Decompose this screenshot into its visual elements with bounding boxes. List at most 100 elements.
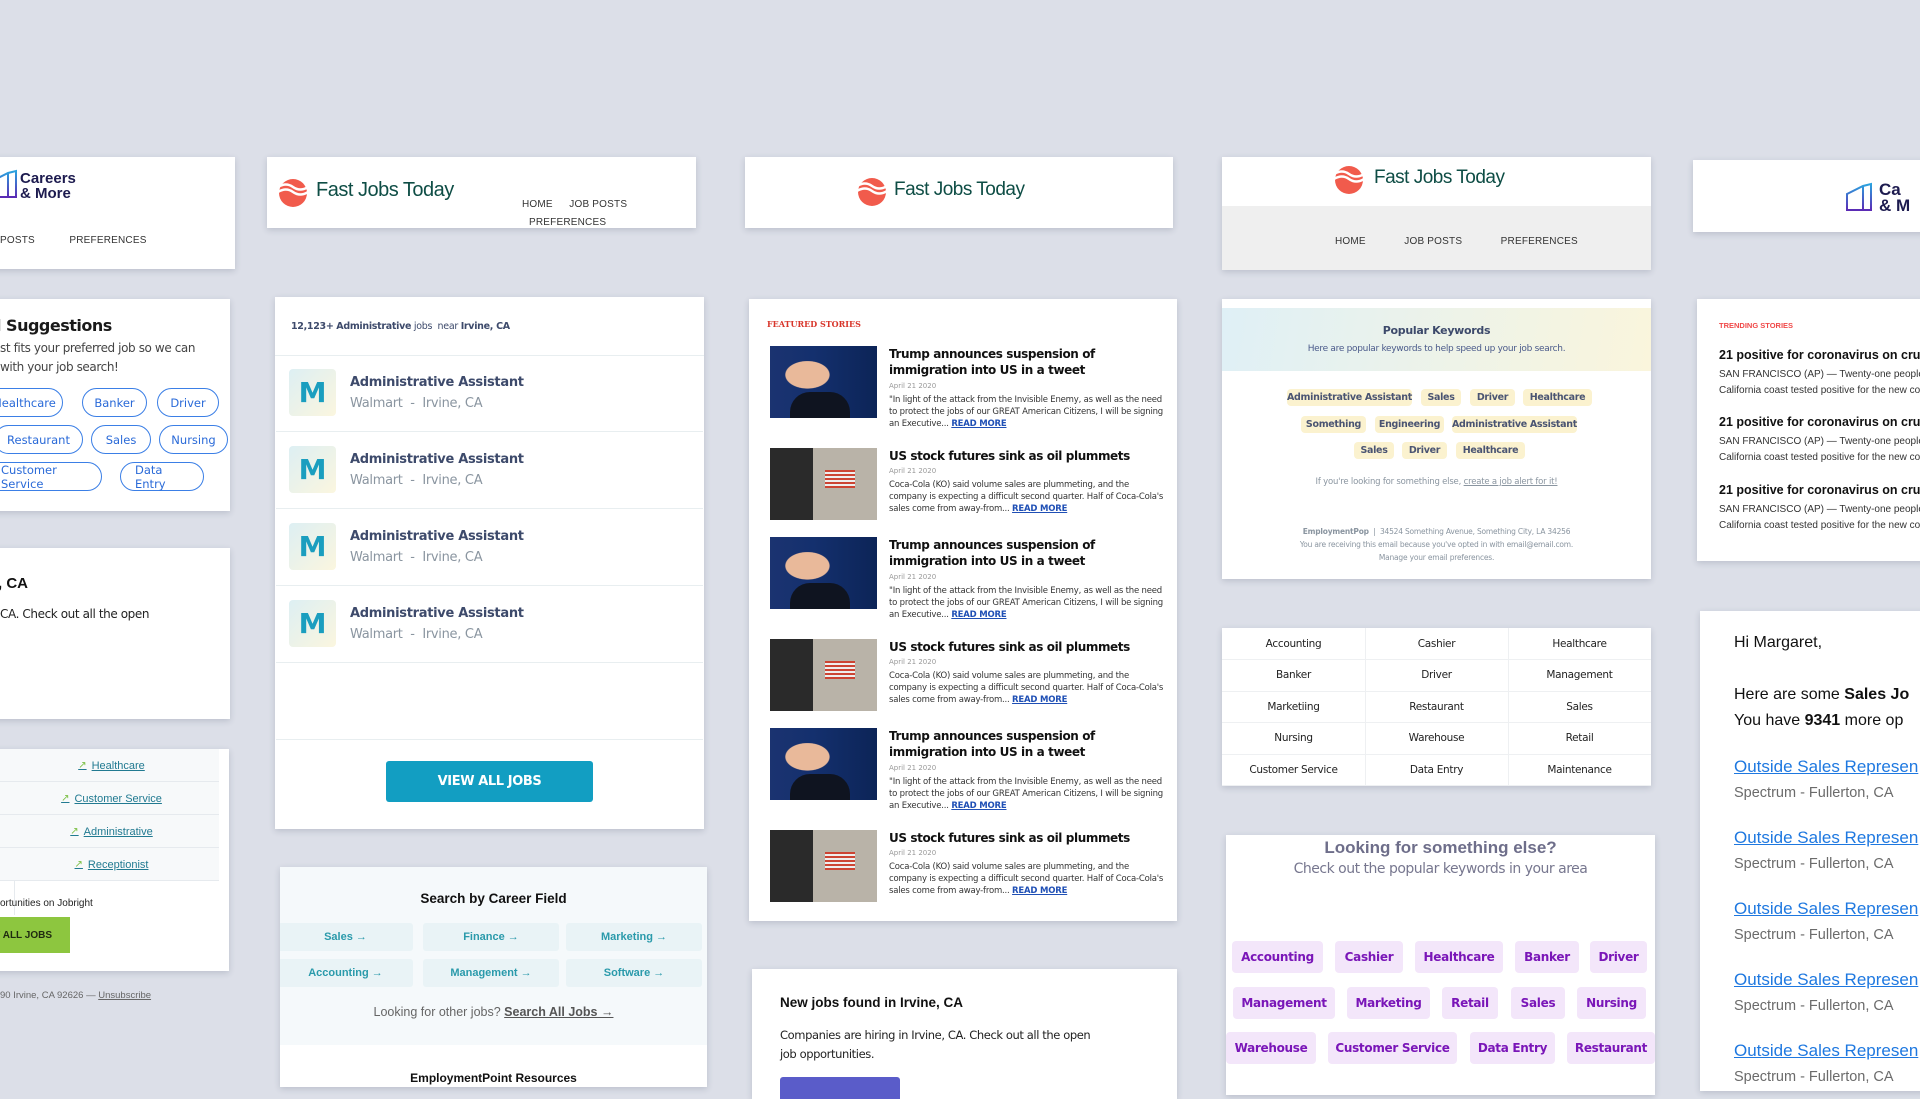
keyword-grid-cell[interactable]: Marketiing bbox=[1222, 691, 1366, 724]
story-title[interactable]: Trump announces suspension of immigratio… bbox=[889, 537, 1169, 569]
keyword-chip[interactable]: Driver bbox=[1402, 442, 1447, 459]
nav-job-posts[interactable]: POSTS bbox=[0, 235, 35, 246]
suggestion-pill[interactable]: Healthcare bbox=[0, 388, 63, 417]
trump-photo[interactable] bbox=[770, 728, 877, 800]
job-link[interactable]: Outside Sales Represen bbox=[1734, 899, 1918, 919]
story-item[interactable]: Trump announces suspension of immigratio… bbox=[770, 537, 1163, 627]
keyword-grid-cell[interactable]: Sales bbox=[1508, 691, 1651, 724]
keyword-chip[interactable]: Banker bbox=[1515, 941, 1579, 973]
nav-home[interactable]: HOME bbox=[1335, 236, 1366, 247]
keyword-chip[interactable]: Cashier bbox=[1335, 941, 1403, 973]
read-more-link[interactable]: READ MORE bbox=[951, 801, 1006, 811]
career-field-button[interactable]: Management → bbox=[423, 959, 559, 987]
nav-preferences[interactable]: PREFERENCES bbox=[69, 235, 146, 246]
nav-job-posts[interactable]: JOB POSTS bbox=[569, 199, 627, 210]
job-link[interactable]: Outside Sales Represen bbox=[1734, 1041, 1918, 1061]
story-title[interactable]: Trump announces suspension of immigratio… bbox=[889, 728, 1169, 760]
trending-link[interactable]: ↗ Receptionist bbox=[4, 848, 219, 881]
career-field-button[interactable]: Accounting → bbox=[280, 959, 413, 987]
trending-link[interactable]: ↗ Administrative bbox=[4, 815, 219, 848]
suggestion-pill[interactable]: Data Entry bbox=[120, 462, 204, 491]
keyword-chip[interactable]: Nursing bbox=[1577, 987, 1646, 1019]
job-link[interactable]: Outside Sales Represen bbox=[1734, 757, 1918, 777]
nav-preferences[interactable]: PREFERENCES bbox=[529, 217, 606, 228]
keyword-grid-cell[interactable]: Management bbox=[1508, 660, 1651, 692]
trump-photo[interactable] bbox=[770, 346, 877, 418]
keyword-chip[interactable]: Sales bbox=[1511, 987, 1565, 1019]
keyword-grid-cell[interactable]: Nursing bbox=[1222, 722, 1366, 755]
read-more-link[interactable]: READ MORE bbox=[1012, 504, 1067, 514]
job-title[interactable]: Administrative Assistant bbox=[350, 529, 524, 544]
keyword-chip[interactable]: Healthcare bbox=[1523, 389, 1592, 406]
keyword-chip[interactable]: Driver bbox=[1470, 389, 1515, 406]
nyse-photo[interactable] bbox=[770, 639, 877, 711]
story-title[interactable]: US stock futures sink as oil plummets bbox=[889, 830, 1169, 846]
keyword-grid-cell[interactable]: Banker bbox=[1222, 659, 1366, 692]
story-title[interactable]: Trump announces suspension of immigratio… bbox=[889, 346, 1169, 378]
job-title[interactable]: Administrative Assistant bbox=[350, 606, 524, 621]
story-item[interactable]: Trump announces suspension of immigratio… bbox=[770, 728, 1163, 818]
trump-photo[interactable] bbox=[770, 537, 877, 609]
job-list-item[interactable]: M Administrative Assistant Walmart - Irv… bbox=[276, 587, 703, 663]
nav-job-posts[interactable]: JOB POSTS bbox=[1404, 236, 1462, 247]
nyse-photo[interactable] bbox=[770, 830, 877, 902]
trending-link[interactable]: ↗ Healthcare bbox=[4, 749, 219, 782]
keyword-grid-cell[interactable]: Healthcare bbox=[1508, 628, 1651, 660]
keyword-chip[interactable]: Data Entry bbox=[1470, 1032, 1555, 1064]
story-item[interactable]: Trump announces suspension of immigratio… bbox=[770, 346, 1163, 436]
manage-preferences-link[interactable]: Manage your email preferences. bbox=[1379, 553, 1495, 562]
view-all-jobs-button[interactable]: V ALL JOBS bbox=[0, 917, 70, 953]
keyword-grid-cell[interactable]: Customer Service bbox=[1222, 754, 1366, 786]
keyword-chip[interactable]: Something bbox=[1301, 416, 1366, 433]
story-item[interactable]: US stock futures sink as oil plummets Ap… bbox=[770, 639, 1163, 729]
suggestion-pill[interactable]: Driver bbox=[157, 388, 219, 417]
keyword-chip[interactable]: Retail bbox=[1442, 987, 1498, 1019]
job-list-item[interactable]: M Administrative Assistant Walmart - Irv… bbox=[276, 433, 703, 509]
suggestion-pill[interactable]: Banker bbox=[82, 388, 147, 417]
suggestion-pill[interactable]: Sales bbox=[91, 425, 151, 454]
career-field-button[interactable]: Finance → bbox=[423, 923, 559, 951]
career-field-button[interactable]: Marketing → bbox=[566, 923, 702, 951]
read-more-link[interactable]: READ MORE bbox=[1012, 886, 1067, 896]
job-link[interactable]: Outside Sales Represen bbox=[1734, 970, 1918, 990]
keyword-chip[interactable]: Sales bbox=[1354, 442, 1394, 459]
keyword-chip[interactable]: Administrative Assistant bbox=[1452, 416, 1577, 433]
keyword-grid-cell[interactable]: Data Entry bbox=[1365, 754, 1509, 786]
job-list-item[interactable]: M Administrative Assistant Walmart - Irv… bbox=[276, 356, 703, 432]
career-field-button[interactable]: Sales → bbox=[280, 923, 413, 951]
story-title[interactable]: US stock futures sink as oil plummets bbox=[889, 448, 1169, 464]
keyword-grid-cell[interactable]: Maintenance bbox=[1508, 754, 1651, 786]
create-job-alert-link[interactable]: create a job alert for it! bbox=[1464, 477, 1558, 487]
read-more-link[interactable]: READ MORE bbox=[951, 419, 1006, 429]
keyword-chip[interactable]: Driver bbox=[1590, 941, 1647, 973]
keyword-grid-cell[interactable]: Restaurant bbox=[1365, 691, 1509, 724]
keyword-chip[interactable]: Healthcare bbox=[1415, 941, 1503, 973]
trending-link[interactable]: ↗ Customer Service bbox=[4, 782, 219, 815]
read-more-link[interactable]: READ MORE bbox=[1012, 695, 1067, 705]
keyword-chip[interactable]: Management bbox=[1233, 987, 1335, 1019]
nav-home[interactable]: HOME bbox=[522, 199, 553, 210]
keyword-chip[interactable]: Engineering bbox=[1375, 416, 1444, 433]
keyword-grid-cell[interactable]: Warehouse bbox=[1365, 722, 1509, 755]
job-title[interactable]: Administrative Assistant bbox=[350, 452, 524, 467]
job-title[interactable]: Administrative Assistant bbox=[350, 375, 524, 390]
suggestion-pill[interactable]: Customer Service bbox=[0, 462, 102, 491]
keyword-chip[interactable]: Sales bbox=[1421, 389, 1461, 406]
story-item[interactable]: US stock futures sink as oil plummets Ap… bbox=[770, 448, 1163, 538]
view-all-jobs-button[interactable]: VIEW ALL JOBS bbox=[386, 761, 593, 802]
keyword-grid-cell[interactable]: Driver bbox=[1365, 659, 1509, 692]
keyword-chip[interactable]: Customer Service bbox=[1328, 1032, 1457, 1064]
keyword-chip[interactable]: Warehouse bbox=[1226, 1032, 1316, 1064]
unsubscribe-link[interactable]: Unsubscribe bbox=[98, 990, 151, 1001]
nav-preferences[interactable]: PREFERENCES bbox=[1501, 236, 1578, 247]
keyword-grid-cell[interactable]: Retail bbox=[1508, 723, 1651, 755]
trending-story-title[interactable]: 21 positive for coronavirus on cruis bbox=[1719, 415, 1920, 429]
keyword-chip[interactable]: Healthcare bbox=[1456, 442, 1525, 459]
suggestion-pill[interactable]: Nursing bbox=[159, 425, 228, 454]
keyword-chip[interactable]: Restaurant bbox=[1567, 1032, 1655, 1064]
trending-story-title[interactable]: 21 positive for coronavirus on cruis bbox=[1719, 483, 1920, 497]
read-more-link[interactable]: READ MORE bbox=[951, 610, 1006, 620]
view-jobs-button[interactable] bbox=[780, 1077, 900, 1099]
keyword-chip[interactable]: Accounting bbox=[1232, 941, 1323, 973]
keyword-chip[interactable]: Marketing bbox=[1347, 987, 1430, 1019]
